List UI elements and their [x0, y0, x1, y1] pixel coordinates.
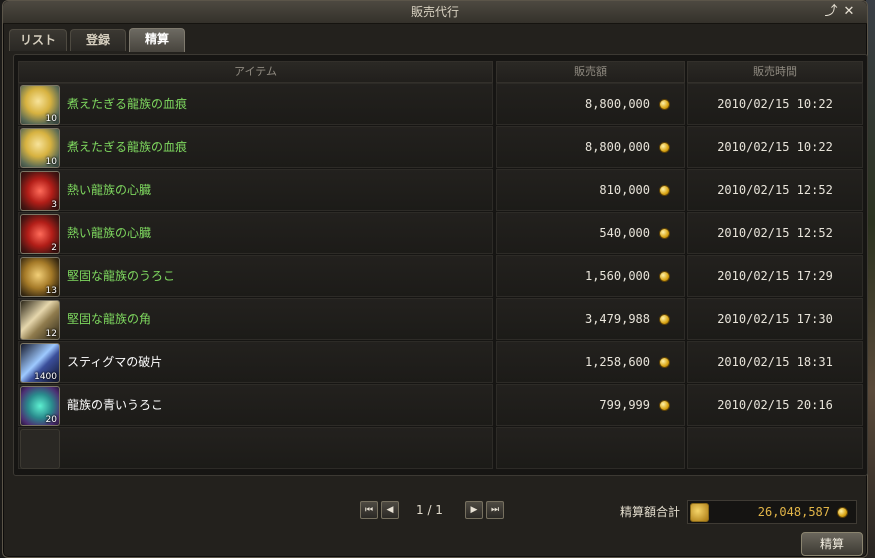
total-amount-box: 26,048,587	[687, 500, 857, 524]
settle-button[interactable]: 精算	[801, 532, 863, 556]
sale-price: 540,000	[599, 226, 650, 240]
stack-count: 20	[45, 415, 57, 425]
stack-count: 12	[45, 329, 57, 339]
price-cell: 799,999	[496, 384, 685, 426]
item-name: 煮えたぎる龍族の血痕	[67, 140, 188, 154]
item-cell[interactable]: 1400 スティグマの破片	[18, 341, 493, 383]
time-cell: 2010/02/15 12:52	[687, 169, 863, 211]
sale-time: 2010/02/15 10:22	[717, 140, 833, 154]
sale-price: 810,000	[599, 183, 650, 197]
time-cell	[687, 427, 863, 469]
total-amount-value: 26,048,587	[757, 505, 830, 519]
gold-coin-icon	[659, 99, 670, 110]
gold-coin-icon	[659, 314, 670, 325]
item-cell[interactable]: 12 堅固な龍族の角	[18, 298, 493, 340]
price-cell: 540,000	[496, 212, 685, 254]
red-heart-icon[interactable]: 2	[20, 214, 60, 254]
item-name: 熱い龍族の心臓	[67, 183, 152, 197]
sale-time: 2010/02/15 18:31	[717, 355, 833, 369]
stack-count: 10	[45, 114, 57, 124]
time-cell: 2010/02/15 18:31	[687, 341, 863, 383]
red-heart-icon[interactable]: 3	[20, 171, 60, 211]
time-cell: 2010/02/15 17:30	[687, 298, 863, 340]
sale-time: 2010/02/15 12:52	[717, 226, 833, 240]
price-cell: 810,000	[496, 169, 685, 211]
gold-coin-icon	[837, 507, 848, 518]
stack-count: 1400	[34, 372, 57, 382]
sale-price: 1,560,000	[584, 269, 650, 283]
sale-price: 1,258,600	[584, 355, 650, 369]
sale-price: 799,999	[599, 398, 650, 412]
time-cell: 2010/02/15 17:29	[687, 255, 863, 297]
column-header-time[interactable]: 販売時間	[687, 61, 863, 83]
blue-scale-icon[interactable]: 20	[20, 386, 60, 426]
sales-agent-window: 販売代行 ⤴ ✕ リスト 登録 精算 アイテム 販売額 販売時間 10 煮えたぎる…	[2, 0, 868, 558]
price-cell	[496, 427, 685, 469]
item-name: 堅固な龍族のうろこ	[67, 269, 176, 283]
column-header-item[interactable]: アイテム	[18, 61, 493, 83]
page-indicator: 1 / 1	[416, 503, 443, 517]
tab-register[interactable]: 登録	[70, 29, 126, 51]
stack-count: 3	[51, 200, 57, 210]
golden-blood-splatter-icon[interactable]: 10	[20, 128, 60, 168]
item-name: 煮えたぎる龍族の血痕	[67, 97, 188, 111]
stack-count: 13	[45, 286, 57, 296]
column-header-price[interactable]: 販売額	[496, 61, 685, 83]
item-name: 熱い龍族の心臓	[67, 226, 152, 240]
sale-time: 2010/02/15 17:29	[717, 269, 833, 283]
price-cell: 8,800,000	[496, 83, 685, 125]
item-name: 堅固な龍族の角	[67, 312, 152, 326]
next-page-button[interactable]: ▶	[465, 501, 483, 519]
gold-coin-icon	[659, 400, 670, 411]
price-cell: 1,258,600	[496, 341, 685, 383]
sale-time: 2010/02/15 20:16	[717, 398, 833, 412]
time-cell: 2010/02/15 12:52	[687, 212, 863, 254]
price-cell: 3,479,988	[496, 298, 685, 340]
time-cell: 2010/02/15 10:22	[687, 126, 863, 168]
gold-coin-icon	[659, 228, 670, 239]
item-cell[interactable]: 10 煮えたぎる龍族の血痕	[18, 126, 493, 168]
item-name: スティグマの破片	[67, 355, 163, 369]
sale-time: 2010/02/15 17:30	[717, 312, 833, 326]
item-cell[interactable]: 20 龍族の青いうろこ	[18, 384, 493, 426]
gold-coin-icon	[659, 142, 670, 153]
stack-count: 10	[45, 157, 57, 167]
window-titlebar[interactable]: 販売代行 ⤴ ✕	[3, 1, 867, 24]
gold-coin-icon	[659, 357, 670, 368]
sale-time: 2010/02/15 10:22	[717, 97, 833, 111]
golden-scale-icon[interactable]: 13	[20, 257, 60, 297]
item-cell[interactable]: 3 熱い龍族の心臓	[18, 169, 493, 211]
item-name: 龍族の青いうろこ	[67, 398, 164, 412]
time-cell: 2010/02/15 20:16	[687, 384, 863, 426]
time-cell: 2010/02/15 10:22	[687, 83, 863, 125]
gold-coin-icon	[659, 271, 670, 282]
empty-slot	[20, 429, 60, 469]
stigma-shard-icon[interactable]: 1400	[20, 343, 60, 383]
sale-price: 8,800,000	[584, 97, 650, 111]
horn-icon[interactable]: 12	[20, 300, 60, 340]
last-page-button[interactable]: ⏭	[486, 501, 504, 519]
item-cell[interactable]: 2 熱い龍族の心臓	[18, 212, 493, 254]
settlement-list: アイテム 販売額 販売時間 10 煮えたぎる龍族の血痕 8,800,000 2010/…	[13, 54, 868, 476]
stack-count: 2	[51, 243, 57, 253]
golden-blood-splatter-icon[interactable]: 10	[20, 85, 60, 125]
item-cell[interactable]: 13 堅固な龍族のうろこ	[18, 255, 493, 297]
restore-icon[interactable]: ⤴	[823, 4, 839, 20]
coin-pouch-icon	[690, 503, 709, 522]
item-cell[interactable]: 10 煮えたぎる龍族の血痕	[18, 83, 493, 125]
sale-price: 8,800,000	[584, 140, 650, 154]
prev-page-button[interactable]: ◀	[381, 501, 399, 519]
item-cell	[18, 427, 493, 469]
window-title: 販売代行	[410, 5, 459, 19]
tab-settlement[interactable]: 精算	[129, 28, 185, 52]
close-icon[interactable]: ✕	[841, 4, 857, 20]
first-page-button[interactable]: ⏮	[360, 501, 378, 519]
total-label: 精算額合計	[620, 505, 681, 519]
gold-coin-icon	[659, 185, 670, 196]
price-cell: 1,560,000	[496, 255, 685, 297]
tab-list[interactable]: リスト	[9, 29, 67, 51]
price-cell: 8,800,000	[496, 126, 685, 168]
sale-price: 3,479,988	[584, 312, 650, 326]
sale-time: 2010/02/15 12:52	[717, 183, 833, 197]
